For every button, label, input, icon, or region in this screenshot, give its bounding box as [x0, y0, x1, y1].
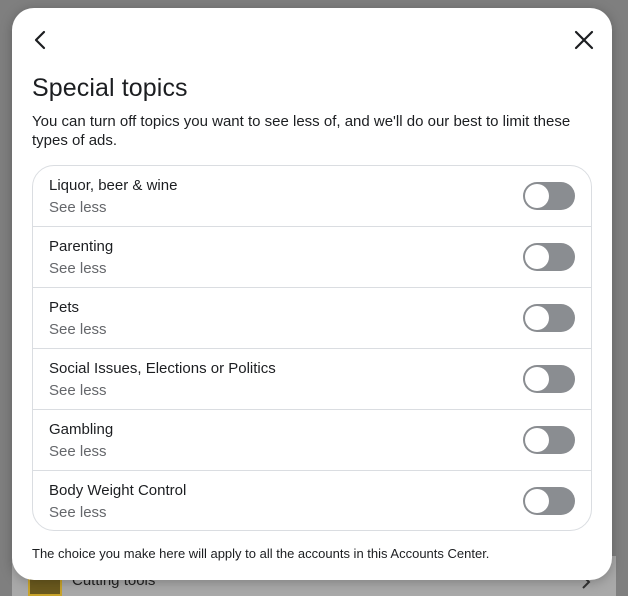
- topic-label: Social Issues, Elections or Politics: [49, 360, 276, 377]
- toggle-knob: [525, 184, 549, 208]
- topic-label: Liquor, beer & wine: [49, 177, 178, 194]
- toggle-knob: [525, 306, 549, 330]
- toggle-knob: [525, 428, 549, 452]
- toggle-knob: [525, 245, 549, 269]
- topic-label: Parenting: [49, 238, 114, 255]
- back-button[interactable]: [26, 26, 54, 54]
- topic-toggle-gambling[interactable]: [523, 426, 575, 454]
- topic-row-social-issues: Social Issues, Elections or Politics See…: [33, 349, 591, 410]
- topic-label: Pets: [49, 299, 80, 316]
- dialog-title: Special topics: [32, 74, 188, 102]
- dialog-footer-note: The choice you make here will apply to a…: [32, 546, 490, 561]
- topic-toggle-social-issues[interactable]: [523, 365, 575, 393]
- topic-row-pets: Pets See less: [33, 288, 591, 349]
- topics-list: Liquor, beer & wine See less Parenting S…: [32, 165, 592, 531]
- topic-row-gambling: Gambling See less: [33, 410, 591, 471]
- toggle-knob: [525, 489, 549, 513]
- topic-label: Gambling: [49, 421, 114, 438]
- toggle-knob: [525, 367, 549, 391]
- topic-status: See less: [49, 260, 107, 277]
- chevron-left-icon: [34, 30, 46, 50]
- topic-row-parenting: Parenting See less: [33, 227, 591, 288]
- topic-toggle-body-weight[interactable]: [523, 487, 575, 515]
- topic-status: See less: [49, 504, 107, 521]
- topic-status: See less: [49, 321, 107, 338]
- close-icon: [574, 30, 594, 50]
- topic-toggle-liquor[interactable]: [523, 182, 575, 210]
- topic-toggle-pets[interactable]: [523, 304, 575, 332]
- topic-status: See less: [49, 382, 107, 399]
- dialog-description: You can turn off topics you want to see …: [32, 113, 571, 149]
- topic-status: See less: [49, 443, 107, 460]
- topic-row-body-weight: Body Weight Control See less: [33, 471, 591, 530]
- topic-label: Body Weight Control: [49, 482, 187, 499]
- topic-status: See less: [49, 199, 107, 216]
- special-topics-dialog: Special topics You can turn off topics y…: [12, 8, 612, 580]
- close-button[interactable]: [570, 26, 598, 54]
- topic-toggle-parenting[interactable]: [523, 243, 575, 271]
- topic-row-liquor: Liquor, beer & wine See less: [33, 166, 591, 227]
